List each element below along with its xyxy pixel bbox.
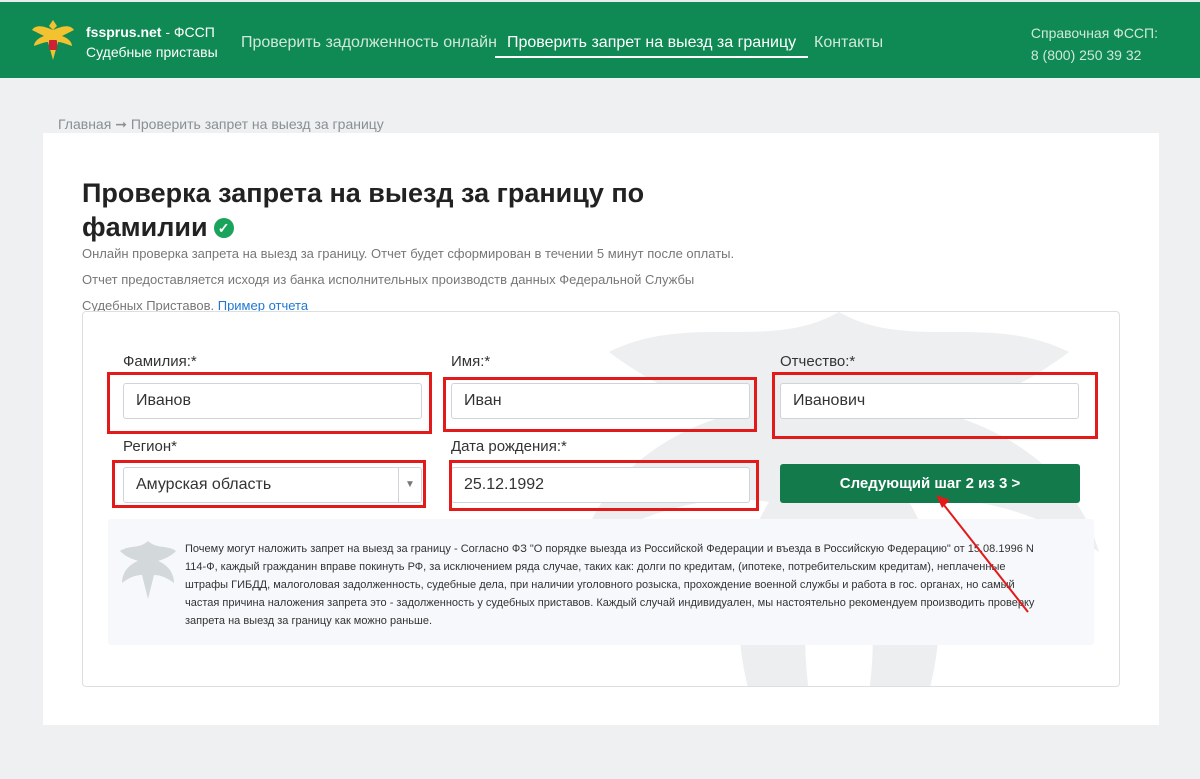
birthdate-label: Дата рождения:* (451, 438, 567, 455)
breadcrumb-home[interactable]: Главная (58, 116, 111, 132)
hotline: Справочная ФССП: 8 (800) 250 39 32 (1031, 22, 1158, 66)
breadcrumb-separator: ➞ (115, 116, 127, 132)
hotline-phone[interactable]: 8 (800) 250 39 32 (1031, 44, 1158, 66)
brand-subtitle: Судебные приставы (86, 44, 218, 60)
site-header: fssprus.net - ФССП Судебные приставы Про… (0, 0, 1200, 78)
brand[interactable]: fssprus.net - ФССП Судебные приставы (86, 22, 218, 62)
next-step-button[interactable]: Следующий шаг 2 из 3 > (780, 464, 1080, 503)
page-title: Проверка запрета на выезд за границу по … (82, 176, 722, 244)
annotation-box-patronymic (772, 372, 1098, 439)
surname-label: Фамилия:* (123, 353, 197, 370)
info-panel: Почему могут наложить запрет на выезд за… (108, 519, 1094, 645)
breadcrumb-current: Проверить запрет на выезд за границу (130, 116, 384, 132)
info-text: Почему могут наложить запрет на выезд за… (185, 543, 1035, 627)
region-label: Регион* (123, 438, 178, 455)
nav-item-debt-check[interactable]: Проверить задолженность онлайн (241, 34, 497, 52)
annotation-box-birthdate (449, 460, 759, 511)
description-text: Онлайн проверка запрета на выезд за гран… (82, 246, 735, 313)
breadcrumb: Главная ➞ Проверить запрет на выезд за г… (58, 116, 384, 133)
page-title-text: Проверка запрета на выезд за границу по … (82, 178, 645, 242)
eagle-emblem-icon[interactable] (30, 16, 76, 66)
nav-item-contacts[interactable]: Контакты (814, 34, 883, 52)
hotline-label: Справочная ФССП: (1030, 25, 1158, 41)
verified-check-icon: ✓ (213, 218, 234, 238)
annotation-box-region (112, 460, 426, 508)
brand-suffix: - ФССП (161, 24, 215, 40)
patronymic-label: Отчество:* (780, 353, 856, 370)
page-description: Онлайн проверка запрета на выезд за гран… (82, 241, 742, 319)
nav-item-travel-ban-check[interactable]: Проверить запрет на выезд за границу (495, 34, 809, 58)
eagle-emblem-icon (120, 541, 176, 599)
brand-name: fssprus.net (86, 24, 162, 40)
name-label: Имя:* (451, 353, 491, 370)
annotation-box-surname (107, 372, 432, 434)
annotation-box-name (443, 377, 757, 432)
